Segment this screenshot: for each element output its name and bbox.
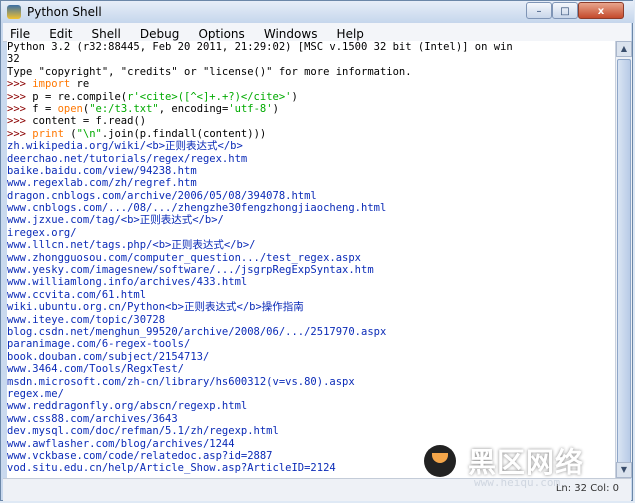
command-line: >>> f = open("e:/t3.txt", encoding='utf-…	[7, 103, 615, 115]
prompt: >>>	[7, 115, 33, 128]
command-line: >>> print ("\n".join(p.findall(content))…	[7, 128, 615, 140]
output-line: book.douban.com/subject/2154713/	[7, 350, 210, 363]
shell-text-area[interactable]: Python 3.2 (r32:88445, Feb 20 2011, 21:2…	[7, 41, 615, 478]
output-line: www.css88.com/archives/3643	[7, 412, 178, 425]
cursor-position: Ln: 32 Col: 0	[555, 483, 619, 494]
command-line: >>> content = f.read()	[7, 115, 615, 127]
output-line: wiki.ubuntu.org.cn/Python<b>正则表达式</b>操作指…	[7, 301, 304, 314]
prompt: >>>	[7, 78, 33, 91]
output-line: www.zhongguosou.com/computer_question...…	[7, 251, 362, 264]
code-text: p = re.compile(	[32, 90, 128, 103]
code-text: )	[272, 102, 279, 115]
output-line: zh.wikipedia.org/wiki/<b>正则表达式</b>	[7, 140, 243, 153]
output-line: msdn.microsoft.com/zh-cn/library/hs60031…	[7, 375, 355, 388]
code-text: .join(p.findall(content)))	[101, 127, 267, 140]
command-line: >>> import re	[7, 78, 615, 90]
menu-bar: File Edit Shell Debug Options Windows He…	[3, 23, 631, 42]
code-text: (	[63, 127, 77, 140]
output-line: dev.mysql.com/doc/refman/5.1/zh/regexp.h…	[7, 425, 279, 438]
python-icon	[7, 5, 21, 19]
close-button[interactable]: x	[578, 2, 624, 19]
output-line: www.yesky.com/imagesnew/software/.../jsg…	[7, 264, 374, 277]
keyword: import	[32, 78, 71, 91]
string-literal: "e:/t3.txt"	[89, 102, 159, 115]
banner-line: 32	[7, 53, 20, 66]
output-line: www.reddragonfly.org/abscn/regexp.html	[7, 400, 248, 413]
scrollbar-thumb[interactable]	[617, 59, 631, 473]
watermark-url: www.heiqu.com	[474, 476, 561, 489]
code-text: , encoding=	[158, 102, 229, 115]
string-literal: 'utf-8'	[228, 102, 273, 115]
banner-line: Python 3.2 (r32:88445, Feb 20 2011, 21:2…	[7, 41, 513, 53]
watermark-text: 黑区网络	[468, 446, 585, 479]
output-line: www.cnblogs.com/.../08/.../zhengzhe30fen…	[7, 202, 387, 215]
output-line: www.iteye.com/topic/30728	[7, 313, 166, 326]
keyword: print	[32, 127, 64, 140]
python-shell-window: Python Shell – □ x File Edit Shell Debug…	[0, 0, 634, 501]
output-line: www.jzxue.com/tag/<b>正则表达式</b>/	[7, 214, 224, 227]
scroll-down-arrow-icon[interactable]: ▼	[616, 462, 632, 478]
scroll-up-arrow-icon[interactable]: ▲	[616, 41, 632, 57]
title-bar[interactable]: Python Shell – □ x	[1, 1, 634, 23]
output-line: blog.csdn.net/menghun_99520/archive/2008…	[7, 325, 387, 338]
command-line: >>> p = re.compile(r'<cite>([^<]+.+?)</c…	[7, 91, 615, 103]
output-line: regex.me/	[7, 387, 64, 400]
output-line: www.3464.com/Tools/RegxTest/	[7, 363, 185, 376]
minimize-button[interactable]: –	[526, 2, 552, 19]
code-text: )	[291, 90, 298, 103]
maximize-button[interactable]: □	[552, 2, 578, 19]
output-line: paranimage.com/6-regex-tools/	[7, 338, 191, 351]
prompt: >>>	[7, 102, 33, 115]
string-literal: "\n"	[76, 127, 102, 140]
banner-line: Type "copyright", "credits" or "license(…	[7, 65, 412, 78]
code-text: content = f.read()	[32, 115, 147, 128]
code-text: re	[70, 78, 90, 91]
builtin: open	[57, 102, 83, 115]
vertical-scrollbar[interactable]: ▲ ▼	[615, 41, 632, 478]
output-line: deerchao.net/tutorials/regex/regex.htm	[7, 152, 248, 165]
prompt: >>>	[7, 127, 33, 140]
string-literal: r'<cite>([^<]+.+?)</cite>'	[127, 90, 292, 103]
code-text: f =	[32, 102, 58, 115]
window-title: Python Shell	[27, 5, 102, 19]
output-line: iregex.org/	[7, 226, 77, 239]
output-line: dragon.cnblogs.com/archive/2006/05/08/39…	[7, 189, 317, 202]
prompt: >>>	[7, 90, 33, 103]
output-line: www.regexlab.com/zh/regref.htm	[7, 177, 197, 190]
output-line: baike.baidu.com/view/94238.htm	[7, 164, 197, 177]
output-line: www.williamlong.info/archives/433.html	[7, 276, 248, 289]
output-line: www.lllcn.net/tags.php/<b>正则表达式</b>/	[7, 239, 256, 252]
output-line: www.ccvita.com/61.html	[7, 288, 147, 301]
